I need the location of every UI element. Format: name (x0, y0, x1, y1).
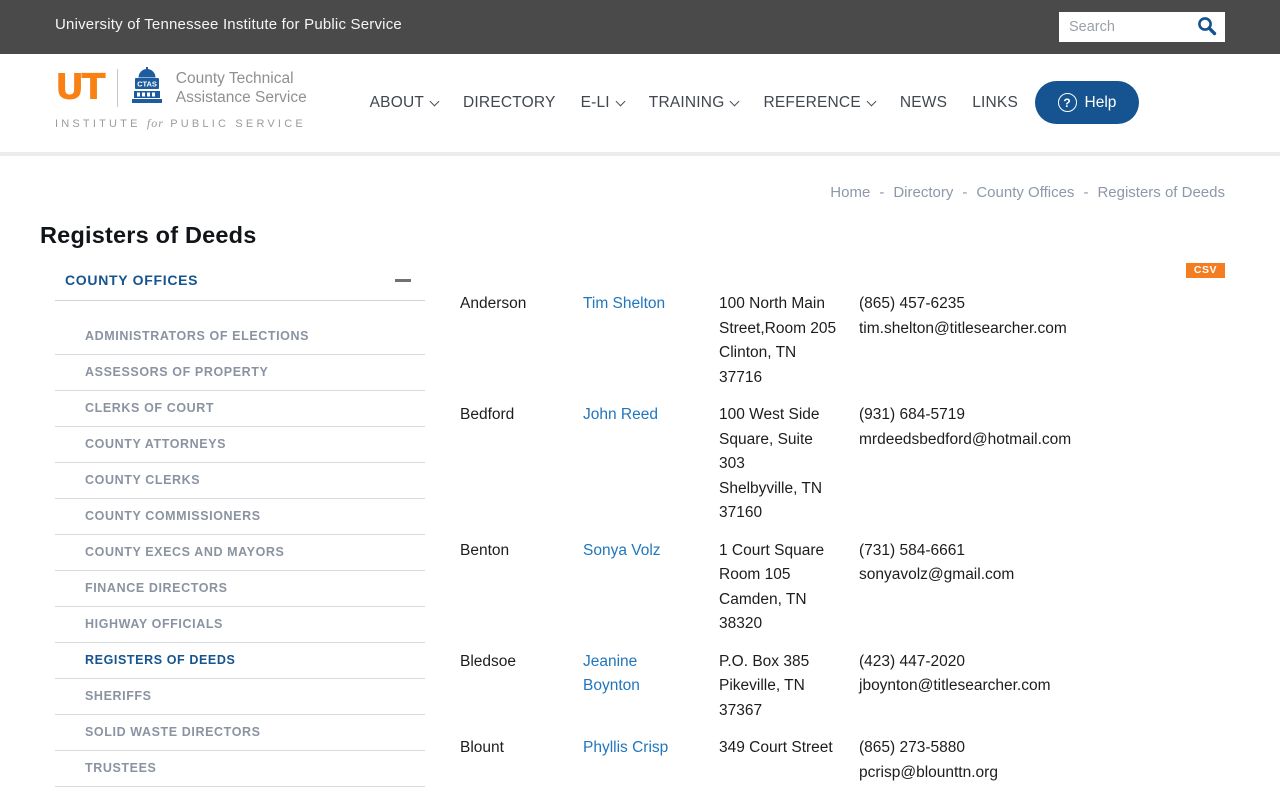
search-input[interactable] (1059, 19, 1189, 35)
contact-cell: (931) 684-5719 mrdeedsbedford@hotmail.co… (859, 403, 1150, 526)
sidebar-list: ADMINISTRATORS OF ELECTIONS ASSESSORS OF… (55, 301, 425, 787)
org-name: County Technical Assistance Service (175, 69, 307, 106)
address-cell: 100 West Side Square, Suite 303 Shelbyvi… (719, 406, 823, 521)
search-box[interactable] (1059, 12, 1225, 42)
email: pcrisp@blounttn.org (859, 763, 998, 781)
table-row: Blount Phyllis Crisp 349 Court Street (8… (460, 736, 1150, 785)
nav-item-links[interactable]: LINKS (972, 94, 1018, 112)
county-cell: Anderson (460, 295, 527, 312)
chevron-down-icon (730, 96, 740, 106)
email: mrdeedsbedford@hotmail.com (859, 430, 1072, 448)
sidebar-item-county-commissioners[interactable]: COUNTY COMMISSIONERS (55, 499, 425, 535)
main-header: UT CTAS County Technical Assistance Serv… (0, 54, 1280, 152)
sidebar-item-clerks-of-court[interactable]: CLERKS OF COURT (55, 391, 425, 427)
search-button[interactable] (1189, 12, 1225, 42)
county-cell: Bledsoe (460, 652, 517, 670)
sidebar-item-administrators-of-elections[interactable]: ADMINISTRATORS OF ELECTIONS (55, 319, 425, 355)
search-icon (1196, 15, 1218, 40)
nav-item-about[interactable]: ABOUT (370, 94, 440, 112)
capitol-icon: CTAS (130, 66, 164, 109)
phone: (731) 584-6661 (859, 541, 965, 559)
site-title: University of Tennessee Institute for Pu… (55, 16, 402, 33)
phone: (865) 457-6235 (859, 295, 965, 312)
county-cell: Benton (460, 541, 510, 559)
official-name-link[interactable]: Phyllis Crisp (583, 736, 719, 785)
phone: (423) 447-2020 (859, 652, 965, 670)
sidebar-item-finance-directors[interactable]: FINANCE DIRECTORS (55, 571, 425, 607)
top-utility-bar: University of Tennessee Institute for Pu… (0, 0, 1280, 54)
phone: (931) 684-5719 (859, 406, 965, 423)
breadcrumb: Home - Directory - County Offices - Regi… (830, 184, 1225, 201)
breadcrumb-directory[interactable]: Directory (893, 184, 953, 201)
official-name-link[interactable]: Jeanine Boynton (583, 650, 719, 724)
address-cell: 349 Court Street (719, 739, 833, 756)
nav-item-reference[interactable]: REFERENCE (763, 94, 877, 112)
registers-directory-table: Anderson Tim Shelton 100 North Main Stre… (460, 292, 1150, 798)
county-cell: Blount (460, 739, 504, 756)
breadcrumb-home[interactable]: Home (830, 184, 870, 201)
ctas-logo[interactable]: UT CTAS County Technical Assistance Serv… (55, 66, 307, 131)
chevron-down-icon (866, 96, 877, 106)
question-icon: ? (1057, 93, 1077, 112)
table-row: Bedford John Reed 100 West Side Square, … (460, 403, 1150, 526)
address-cell: 1 Court Square Room 105 Camden, TN 38320 (719, 541, 825, 633)
email: tim.shelton@titlesearcher.com (859, 319, 1067, 337)
page-title: Registers of Deeds (40, 222, 257, 248)
phone: (865) 273-5880 (859, 739, 965, 756)
email: sonyavolz@gmail.com (859, 566, 1015, 583)
sidebar-item-registers-of-deeds[interactable]: REGISTERS OF DEEDS (55, 643, 425, 679)
sidebar-item-county-execs-and-mayors[interactable]: COUNTY EXECS AND MAYORS (55, 535, 425, 571)
sidebar: COUNTY OFFICES ADMINISTRATORS OF ELECTIO… (55, 266, 425, 800)
official-name-link[interactable]: John Reed (583, 403, 719, 526)
breadcrumb-separator: - (962, 184, 968, 201)
address-cell: P.O. Box 385 Pikeville, TN 37367 (719, 652, 810, 719)
address-cell: 100 North Main Street,Room 205 Clinton, … (719, 295, 837, 386)
contact-cell: (865) 273-5880 pcrisp@blounttn.org (859, 736, 1150, 785)
help-button[interactable]: ? Help (1035, 81, 1139, 124)
breadcrumb-separator: - (1083, 184, 1089, 201)
nav-item-news[interactable]: NEWS (900, 94, 947, 112)
table-row: Anderson Tim Shelton 100 North Main Stre… (460, 292, 1150, 390)
breadcrumb-separator: - (879, 184, 885, 201)
sidebar-item-sheriffs[interactable]: SHERIFFS (55, 679, 425, 715)
header-divider (0, 152, 1280, 156)
main-nav: ABOUT DIRECTORY E-LI TRAINING REFERENCE … (370, 54, 1018, 152)
contact-cell: (731) 584-6661 sonyavolz@gmail.com (859, 539, 1150, 637)
table-row: Benton Sonya Volz 1 Court Square Room 10… (460, 539, 1150, 637)
contact-cell: (865) 457-6235 tim.shelton@titlesearcher… (859, 292, 1150, 390)
sidebar-item-county-clerks[interactable]: COUNTY CLERKS (55, 463, 425, 499)
official-name-link[interactable]: Tim Shelton (583, 292, 719, 390)
sidebar-item-assessors-of-property[interactable]: ASSESSORS OF PROPERTY (55, 355, 425, 391)
minus-icon (395, 279, 411, 282)
csv-export-button[interactable]: CSV (1185, 263, 1225, 278)
breadcrumb-current: Registers of Deeds (1097, 184, 1225, 201)
ut-logo: UT (55, 66, 106, 108)
chevron-down-icon (429, 96, 440, 106)
nav-item-directory[interactable]: DIRECTORY (463, 94, 556, 112)
breadcrumb-county-offices[interactable]: County Offices (976, 184, 1074, 201)
sidebar-section-county-offices[interactable]: COUNTY OFFICES (55, 266, 425, 301)
sidebar-item-solid-waste-directors[interactable]: SOLID WASTE DIRECTORS (55, 715, 425, 751)
table-row: Bledsoe Jeanine Boynton P.O. Box 385 Pik… (460, 650, 1150, 724)
section-label: COUNTY OFFICES (65, 272, 199, 288)
svg-text:CTAS: CTAS (137, 80, 157, 89)
official-name-link[interactable]: Sonya Volz (583, 539, 719, 637)
institute-tagline: INSTITUTE for PUBLIC SERVICE (55, 116, 306, 130)
email: jboynton@titlesearcher.com (859, 677, 1051, 694)
sidebar-item-trustees[interactable]: TRUSTEES (55, 751, 425, 787)
nav-item-training[interactable]: TRAINING (649, 94, 740, 112)
sidebar-item-county-attorneys[interactable]: COUNTY ATTORNEYS (55, 427, 425, 463)
sidebar-item-highway-officials[interactable]: HIGHWAY OFFICIALS (55, 607, 425, 643)
contact-cell: (423) 447-2020 jboynton@titlesearcher.co… (859, 650, 1150, 724)
nav-item-eli[interactable]: E-LI (581, 94, 626, 112)
logo-divider (116, 68, 118, 107)
county-cell: Bedford (460, 406, 515, 423)
chevron-down-icon (615, 96, 626, 106)
